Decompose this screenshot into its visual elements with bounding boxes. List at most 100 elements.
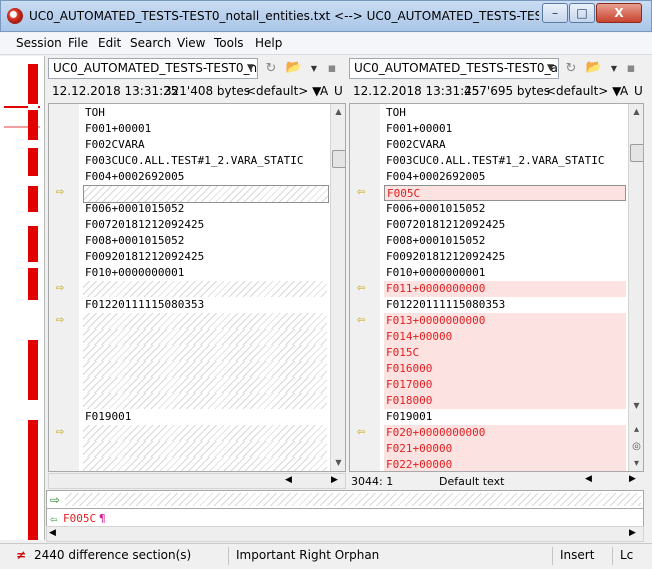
right-text-line[interactable]: F010+0000000001 bbox=[384, 265, 626, 281]
right-open-folder-icon[interactable]: 📂 bbox=[585, 59, 603, 77]
status-divider bbox=[228, 547, 229, 565]
left-gap-line bbox=[83, 441, 327, 457]
right-prev-diff-icon[interactable]: ▴ bbox=[629, 422, 643, 437]
right-font-u[interactable]: U bbox=[634, 84, 643, 102]
left-text-line[interactable]: TOH bbox=[83, 105, 327, 121]
right-text-line[interactable]: F00720181212092425 bbox=[384, 217, 626, 233]
left-scroll-thumb[interactable] bbox=[332, 150, 345, 168]
right-scroll-up-icon[interactable]: ▲ bbox=[629, 104, 643, 119]
right-text-line[interactable]: F008+0001015052 bbox=[384, 233, 626, 249]
left-font-u[interactable]: U bbox=[334, 84, 343, 102]
right-text-line[interactable]: F00920181212092425 bbox=[384, 249, 626, 265]
menu-help[interactable]: Help bbox=[255, 36, 282, 50]
right-text-line[interactable]: F017000 bbox=[384, 377, 626, 393]
left-text-line[interactable]: F01220111115080353 bbox=[83, 297, 327, 313]
left-open-dropdown-icon[interactable]: ▼ bbox=[305, 60, 323, 78]
right-text-line[interactable]: F004+0002692005 bbox=[384, 169, 626, 185]
left-gap-line bbox=[83, 281, 327, 297]
right-scroll-thumb[interactable] bbox=[630, 144, 643, 162]
left-text-line[interactable]: F010+0000000001 bbox=[83, 265, 327, 281]
left-diff-arrow-icon[interactable]: ⇨ bbox=[53, 284, 67, 294]
right-text-line[interactable]: F019001 bbox=[384, 409, 626, 425]
left-diff-arrow-icon[interactable]: ⇨ bbox=[53, 188, 67, 198]
left-text-line[interactable]: F00920181212092425 bbox=[83, 249, 327, 265]
difference-overview[interactable] bbox=[0, 56, 45, 540]
left-text-line[interactable]: F002CVARA bbox=[83, 137, 327, 153]
right-open-dropdown-icon[interactable]: ▼ bbox=[605, 60, 623, 78]
right-diff-arrow-icon[interactable]: ⇦ bbox=[354, 284, 368, 294]
menu-session[interactable]: Session bbox=[16, 36, 62, 50]
merge-scroll-left-icon[interactable]: ◀ bbox=[49, 528, 56, 538]
maximize-button[interactable]: □ bbox=[569, 3, 595, 23]
right-diff-arrow-icon[interactable]: ⇦ bbox=[354, 428, 368, 438]
merge-scroll-right-icon[interactable]: ▶ bbox=[629, 528, 636, 538]
right-next-diff-icon[interactable]: ▾ bbox=[629, 456, 643, 471]
menu-edit[interactable]: Edit bbox=[98, 36, 121, 50]
right-text-line[interactable]: F003CUC0.ALL.TEST#1_2.VARA_STATIC bbox=[384, 153, 626, 169]
menu-search[interactable]: Search bbox=[130, 36, 171, 50]
right-reload-icon[interactable]: ↻ bbox=[562, 60, 580, 78]
left-open-folder-icon[interactable]: 📂 bbox=[285, 59, 303, 77]
left-encoding[interactable]: <default> ▼ bbox=[246, 84, 321, 102]
left-vertical-scrollbar[interactable]: ▲ ▼ bbox=[330, 104, 345, 471]
right-text-line[interactable]: F022+00000 bbox=[384, 457, 626, 471]
left-text-line[interactable]: F008+0001015052 bbox=[83, 233, 327, 249]
menu-view[interactable]: View bbox=[177, 36, 205, 50]
menu-tools[interactable]: Tools bbox=[214, 36, 244, 50]
left-save-icon[interactable]: ▪ bbox=[323, 60, 341, 78]
right-text-line[interactable]: F002CVARA bbox=[384, 137, 626, 153]
left-file-combo[interactable]: UC0_AUTOMATED_TESTS-TEST0_nc bbox=[48, 58, 258, 79]
left-text-line[interactable]: F00720181212092425 bbox=[83, 217, 327, 233]
right-text-line[interactable]: F021+00000 bbox=[384, 441, 626, 457]
left-reload-icon[interactable]: ↻ bbox=[262, 60, 280, 78]
merge-horizontal-scrollbar[interactable]: ◀ ▶ bbox=[46, 526, 644, 542]
right-font-a[interactable]: A bbox=[620, 84, 628, 102]
left-scroll-left-icon[interactable]: ◀ bbox=[285, 475, 292, 485]
right-text-line[interactable]: F016000 bbox=[384, 361, 626, 377]
left-text-line[interactable]: F003CUC0.ALL.TEST#1_2.VARA_STATIC bbox=[83, 153, 327, 169]
right-text-line[interactable]: F020+0000000000 bbox=[384, 425, 626, 441]
right-text-line[interactable]: F005C bbox=[384, 185, 626, 201]
left-text-line[interactable]: F006+0001015052 bbox=[83, 201, 327, 217]
left-text-line[interactable]: F004+0002692005 bbox=[83, 169, 327, 185]
right-scroll-left-icon[interactable]: ◀ bbox=[585, 474, 592, 484]
right-text-line[interactable]: F013+0000000000 bbox=[384, 313, 626, 329]
right-save-icon[interactable]: ▪ bbox=[622, 60, 640, 78]
right-scroll-down-icon[interactable]: ▼ bbox=[629, 398, 643, 413]
menu-file[interactable]: File bbox=[68, 36, 88, 50]
right-text-pane[interactable]: TOH F001+00001 F002CVARA F003CUC0.ALL.TEST#… bbox=[349, 103, 644, 472]
right-text-line[interactable]: F011+0000000000 bbox=[384, 281, 626, 297]
left-diff-arrow-icon[interactable]: ⇨ bbox=[53, 428, 67, 438]
left-scroll-up-icon[interactable]: ▲ bbox=[331, 104, 345, 119]
title-bar[interactable]: UC0_AUTOMATED_TESTS-TEST0_notall_entitie… bbox=[0, 0, 652, 32]
left-file-dropdown-chevron-down-icon[interactable]: ▼ bbox=[243, 59, 258, 78]
right-text-line[interactable]: F006+0001015052 bbox=[384, 201, 626, 217]
left-file-date: 12.12.2018 13:31:25 bbox=[52, 84, 179, 98]
left-text-pane[interactable]: TOH F001+00001 F002CVARA F003CUC0.ALL.TEST#… bbox=[48, 103, 346, 472]
merge-output-row[interactable]: ⇨ bbox=[46, 490, 644, 509]
right-diff-arrow-icon[interactable]: ⇦ bbox=[354, 316, 368, 326]
right-file-combo[interactable]: UC0_AUTOMATED_TESTS-TEST0_al bbox=[349, 58, 559, 79]
right-file-dropdown-chevron-down-icon[interactable]: ▼ bbox=[543, 59, 558, 78]
right-text-line[interactable]: F015C bbox=[384, 345, 626, 361]
left-gap-line bbox=[83, 457, 327, 471]
right-current-diff-icon[interactable]: ◎ bbox=[629, 439, 643, 454]
left-text-line[interactable]: F019001 bbox=[83, 409, 327, 425]
left-scroll-down-icon[interactable]: ▼ bbox=[331, 455, 345, 470]
minimize-button[interactable]: – bbox=[542, 3, 568, 23]
close-button[interactable]: X bbox=[596, 3, 642, 23]
right-text-line[interactable]: F018000 bbox=[384, 393, 626, 409]
left-text-line[interactable]: F001+00001 bbox=[83, 121, 327, 137]
right-text-line[interactable]: F001+00001 bbox=[384, 121, 626, 137]
left-diff-arrow-icon[interactable]: ⇨ bbox=[53, 316, 67, 326]
left-scroll-right-icon[interactable]: ▶ bbox=[331, 475, 338, 485]
right-text-line[interactable]: F01220111115080353 bbox=[384, 297, 626, 313]
right-vertical-scrollbar[interactable]: ▲ ▼ ▴ ◎ ▾ bbox=[628, 104, 643, 471]
right-encoding[interactable]: <default> ▼ bbox=[546, 84, 621, 102]
left-horizontal-scrollbar[interactable]: ◀ ▶ bbox=[48, 473, 346, 489]
right-scroll-right-icon[interactable]: ▶ bbox=[629, 474, 636, 484]
right-text-line[interactable]: TOH bbox=[384, 105, 626, 121]
left-font-a[interactable]: A bbox=[320, 84, 328, 102]
right-text-line[interactable]: F014+00000 bbox=[384, 329, 626, 345]
right-diff-arrow-icon[interactable]: ⇦ bbox=[354, 188, 368, 198]
